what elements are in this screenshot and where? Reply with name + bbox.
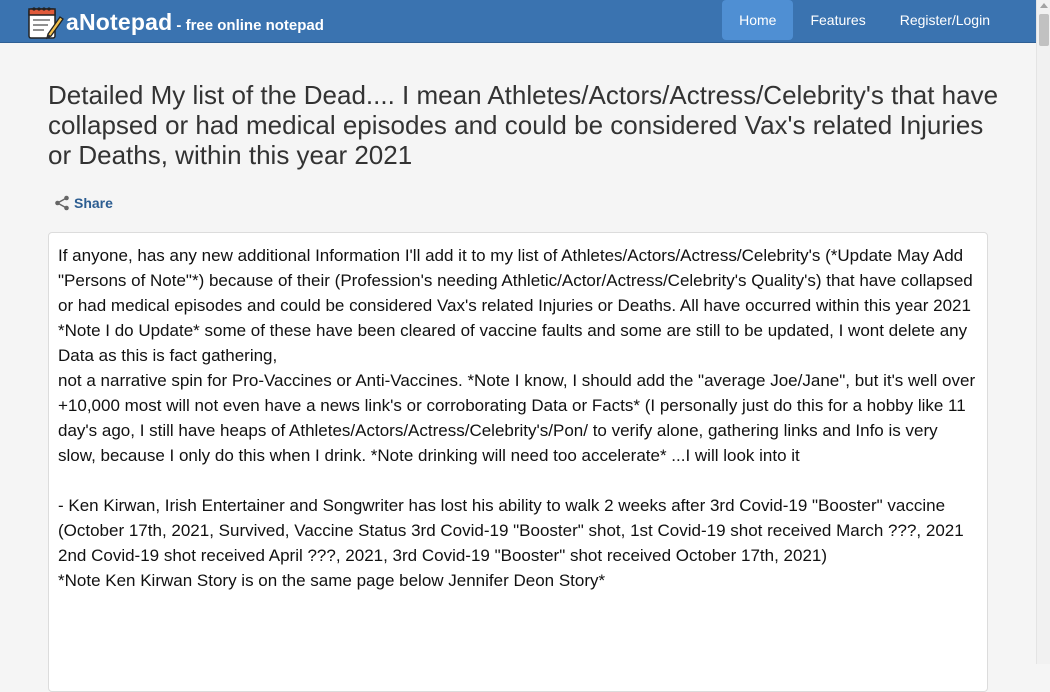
notepad-pencil-icon [28,7,64,40]
vertical-scrollbar[interactable] [1036,0,1050,664]
note-paragraph: 2nd Covid-19 shot received April ???, 20… [58,546,828,565]
note-paragraph: *Note Ken Kirwan Story is on the same pa… [58,571,606,590]
share-label: Share [74,195,113,211]
main-nav: Home Features Register/Login [722,0,1036,43]
note-paragraph: (October 17th, 2021, Survived, Vaccine S… [58,521,964,540]
note-paragraph: not a narrative spin for Pro-Vaccines or… [58,371,976,465]
note-paragraph: - Ken Kirwan, Irish Entertainer and Song… [58,496,946,515]
scrollbar-thumb[interactable] [1039,14,1049,46]
note-content: If anyone, has any new additional Inform… [48,232,988,692]
share-icon [55,195,69,211]
triangle-up-icon[interactable] [1040,3,1048,8]
note-paragraph: If anyone, has any new additional Inform… [58,246,973,365]
brand-name: aNotepad [66,8,173,35]
nav-register-login[interactable]: Register/Login [883,0,1007,40]
nav-features[interactable]: Features [793,0,882,40]
share-button[interactable]: Share [54,194,113,212]
note-title: Detailed My list of the Dead.... I mean … [48,80,999,170]
brand-tagline: - free online notepad [176,16,324,34]
brand-logo-link[interactable]: aNotepad - free online notepad [26,3,324,41]
nav-home[interactable]: Home [722,0,794,40]
top-navbar: aNotepad - free online notepad Home Feat… [0,0,1036,43]
